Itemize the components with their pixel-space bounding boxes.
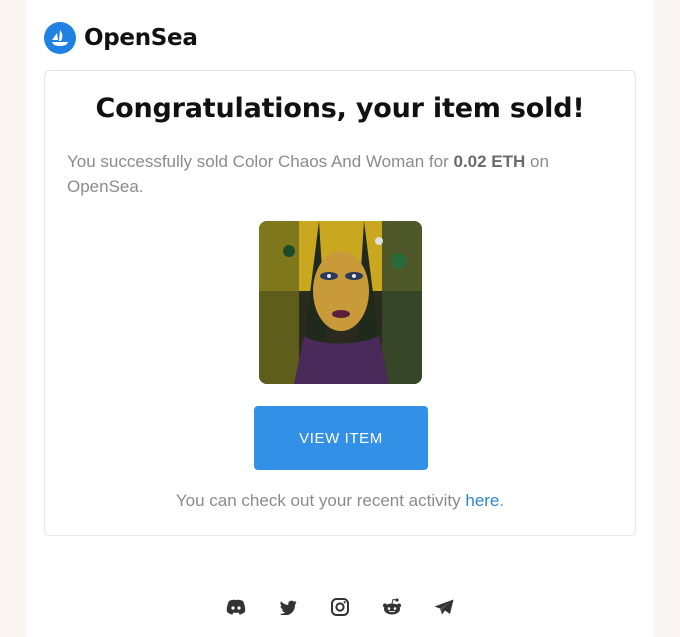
nft-portrait-image[interactable] [259, 221, 422, 384]
activity-suffix: . [499, 491, 505, 510]
opensea-logo-icon[interactable] [44, 22, 76, 54]
twitter-icon[interactable] [272, 596, 304, 618]
sale-card: Congratulations, your item sold! You suc… [44, 70, 636, 536]
sale-amount: 0.02 ETH [453, 152, 526, 171]
message-prefix: You successfully sold Color Chaos And Wo… [67, 152, 454, 171]
view-item-button[interactable]: VIEW ITEM [254, 406, 428, 470]
social-links [26, 596, 654, 618]
telegram-icon[interactable] [428, 596, 460, 618]
header: OpenSea [44, 22, 198, 54]
reddit-icon[interactable] [376, 596, 408, 618]
email-page: OpenSea Congratulations, your item sold!… [26, 0, 654, 637]
instagram-icon[interactable] [324, 596, 356, 618]
brand-name[interactable]: OpenSea [84, 25, 198, 51]
activity-link[interactable]: here [465, 491, 499, 510]
sale-message: You successfully sold Color Chaos And Wo… [67, 149, 613, 199]
activity-line: You can check out your recent activity h… [45, 491, 635, 511]
activity-prefix: You can check out your recent activity [175, 491, 466, 510]
discord-icon[interactable] [220, 596, 252, 618]
page-title: Congratulations, your item sold! [95, 93, 585, 124]
